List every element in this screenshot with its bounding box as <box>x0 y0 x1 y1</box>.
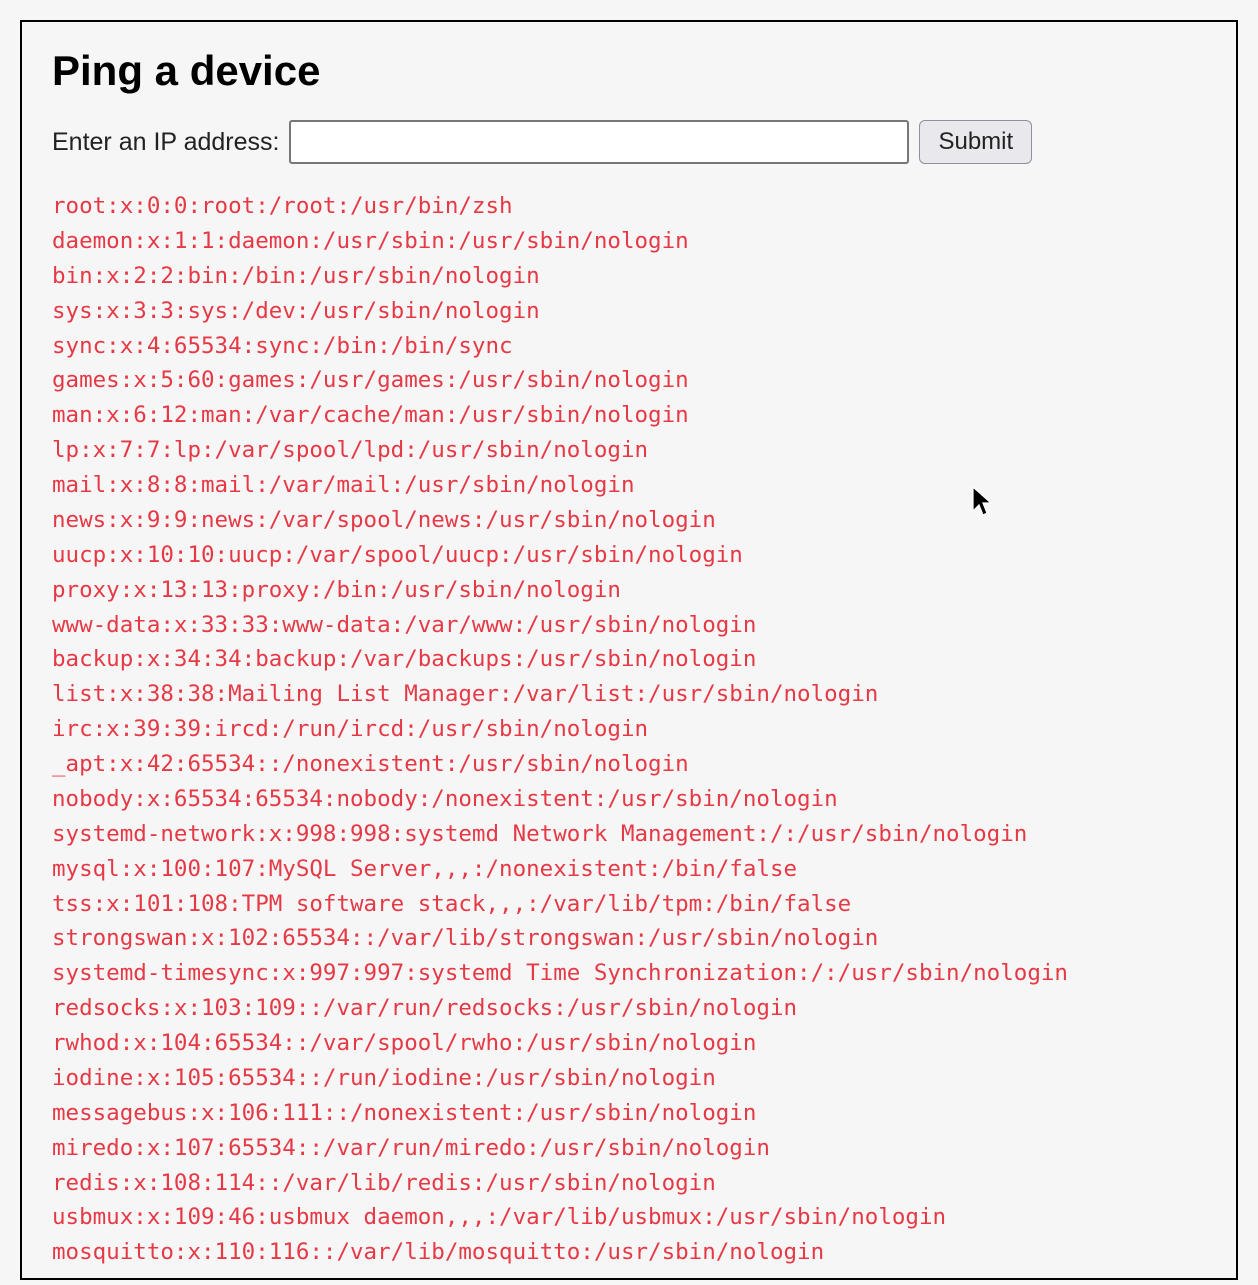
ip-label: Enter an IP address: <box>52 128 279 157</box>
ping-form: Enter an IP address: Submit <box>52 120 1206 164</box>
main-panel: Ping a device Enter an IP address: Submi… <box>20 20 1238 1280</box>
command-output: root:x:0:0:root:/root:/usr/bin/zsh daemo… <box>52 189 1206 1270</box>
ip-input[interactable] <box>289 120 909 164</box>
submit-button[interactable]: Submit <box>919 120 1032 164</box>
page-title: Ping a device <box>52 47 1206 95</box>
